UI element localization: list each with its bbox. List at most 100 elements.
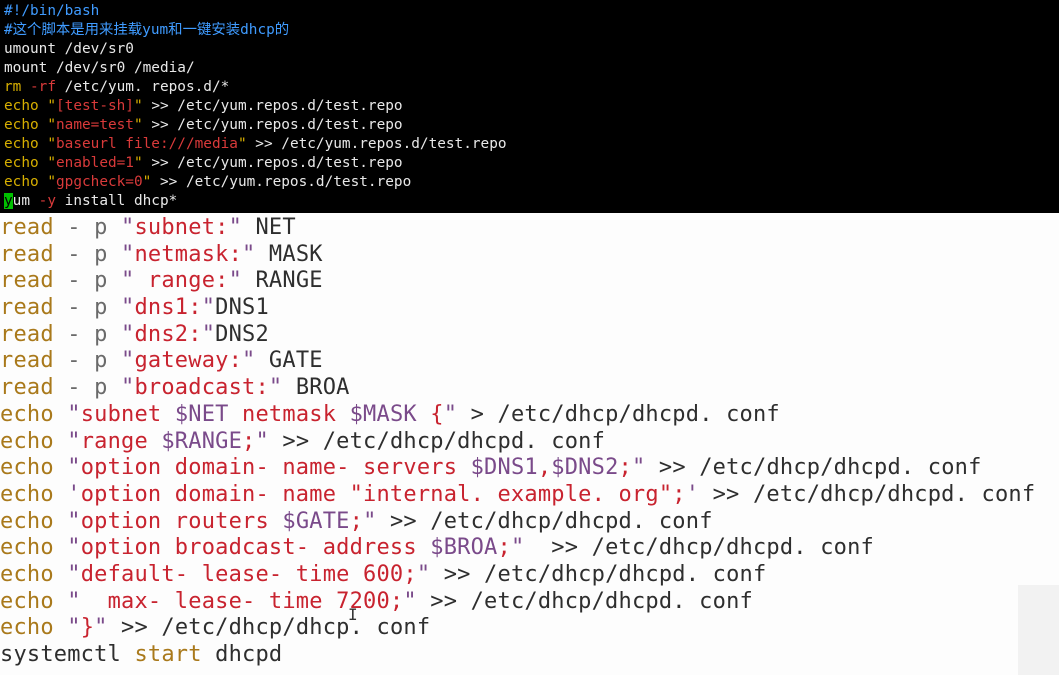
code-token-str-q: " [121,321,135,347]
code-token-str-q: " [201,321,216,347]
code-token-kw: echo [0,588,54,614]
terminal-dark-pane[interactable]: #!/bin/bash #这个脚本是用来挂载yum和一键安装dhcp的 umount… [0,0,1059,213]
code-token-str: gpgcheck=0 [56,174,143,190]
code-token-kw: read [0,375,54,401]
bottom-code-line: echo "default- lease- time 600;" >> /etc… [0,562,1059,589]
code-token-plain: umount /dev/sr0 [4,41,134,57]
bottom-code-line: read - p " range:" RANGE [0,268,1059,295]
code-token-str-q: " [631,455,646,481]
code-token-str-q: " [363,508,377,534]
code-token-kw: echo [0,535,54,561]
top-code-line: rm -rf /etc/yum. repos.d/* [4,78,1059,97]
code-token-plain: >> /etc/yum.repos.d/test.repo [246,136,507,152]
code-token-str-q: " [133,98,143,114]
code-token-plain: NET [242,215,296,240]
code-token-plain: DNS1 [215,295,269,321]
code-token-kw: rm [4,79,22,95]
bottom-code-line: echo "}" >> /etc/dhcp/dhcp. conf [0,615,1059,642]
code-token-str-q: " [242,348,256,374]
code-token-plain: >> /etc/yum.repos.d/test.repo [142,98,403,114]
code-token-opt: -rf [30,79,56,95]
code-token-opt: - p [53,348,122,374]
code-token-plain: >> /etc/dhcp/dhcp. conf [107,615,431,641]
terminal-light-pane[interactable]: read - p "subnet:" NET read - p "netmask:… [0,214,1059,675]
code-token-str-q: ' [685,481,700,507]
code-token-plain: >> /etc/dhcp/dhcpd. conf [430,561,767,587]
code-token-str-q: " [255,428,269,454]
code-token-plain: >> /etc/dhcp/dhcpd. conf [268,428,606,454]
code-token-str-q: " [133,155,143,171]
top-code-line: #这个脚本是用来挂载yum和一键安装dhcp的 [4,21,1059,40]
code-token-str: ; [497,535,511,561]
code-token-plain: mount /dev/sr0 /media/ [4,60,195,76]
code-token-plain: >> /etc/yum.repos.d/test.repo [151,174,412,190]
code-token-str-q: " [268,375,283,401]
code-token-str-q: " [47,136,56,152]
top-code-line: echo "[test-sh]" >> /etc/yum.repos.d/tes… [4,97,1059,116]
code-token-kw: echo [0,455,54,481]
code-token-str-q: " [228,215,243,240]
bottom-code-line: read - p "netmask:" MASK [0,242,1059,269]
code-token-comment: #这个脚本是用来挂载yum和一键安装dhcp的 [4,22,290,38]
code-token-str-q: " [67,561,81,587]
code-token-str: enabled=1 [56,155,134,171]
code-token-plain: /etc/yum. repos.d/* [56,79,230,95]
code-token-str-q: " [67,401,81,427]
bottom-code-line: echo "option routers $GATE;" >> /etc/dhc… [0,509,1059,536]
code-token-str: ; [349,508,364,534]
code-token-str-q: " [228,268,243,294]
code-token-str-q: " [121,348,135,374]
code-token-str: option routers [80,508,283,534]
code-token-kw: echo [4,155,39,171]
code-token-kw: echo [0,508,54,534]
code-token-var: $MASK [349,401,417,427]
code-token-str-q: " [201,295,216,321]
code-token-plain: um [12,193,30,209]
code-token-str: name=test [56,117,134,133]
code-token-kw: echo [0,561,54,587]
code-token-kw: echo [4,174,39,190]
bottom-code-line: systemctl start dhcpd [0,642,1059,669]
code-token-str: range [80,428,162,454]
code-token-opt: - p [53,321,122,347]
code-token-plain: >> /etc/dhcp/dhcpd. conf [699,481,1036,507]
code-token-opt: - p [53,215,122,240]
code-token-str: } [80,615,95,641]
code-token-var: $RANGE [161,428,243,454]
code-token-plain: GATE [255,348,323,374]
code-token-kw: start [121,642,202,667]
code-token-str-q: " [67,588,81,614]
code-token-str-q: " [403,588,417,614]
code-token-str: dns1: [134,295,202,321]
code-token-plain: >> /etc/dhcp/dhcpd. conf [524,535,874,561]
code-token-str-q: " [443,401,458,427]
bottom-code-line: echo "range $RANGE;" >> /etc/dhcp/dhcpd.… [0,429,1059,456]
code-token-str-q: " [67,428,81,454]
code-token-str-q: " [47,174,56,190]
code-token-str-q: " [121,215,135,240]
top-code-line: #!/bin/bash [4,2,1059,21]
code-token-str: netmask: [134,241,243,267]
code-token-plain: BROA [282,375,350,401]
code-token-str-q: " [94,615,108,641]
code-token-str: baseurl file:///media [56,136,238,152]
top-code-line: echo "name=test" >> /etc/yum.repos.d/tes… [4,116,1059,135]
code-token-str: [test-sh] [56,98,134,114]
code-token-str: default- lease- time 600; [80,561,417,587]
code-token-opt: - p [53,295,122,321]
code-token-str-q: " [121,295,135,321]
code-token-kw: echo [4,136,39,152]
code-token-kw: echo [4,98,39,114]
code-token-plain: install dhcp* [56,193,178,209]
top-code-line: mount /dev/sr0 /media/ [4,59,1059,78]
code-token-str-q: " [510,535,525,561]
code-token-str: option broadcast- address [80,535,431,561]
top-code-line: echo "baseurl file:///media" >> /etc/yum… [4,135,1059,154]
top-code-line: yum -y install dhcp* [4,192,1059,211]
code-token-str-q: " [242,241,256,267]
code-token-plain: >> /etc/dhcp/dhcpd. conf [416,588,753,614]
code-token-str-q: " [47,117,56,133]
